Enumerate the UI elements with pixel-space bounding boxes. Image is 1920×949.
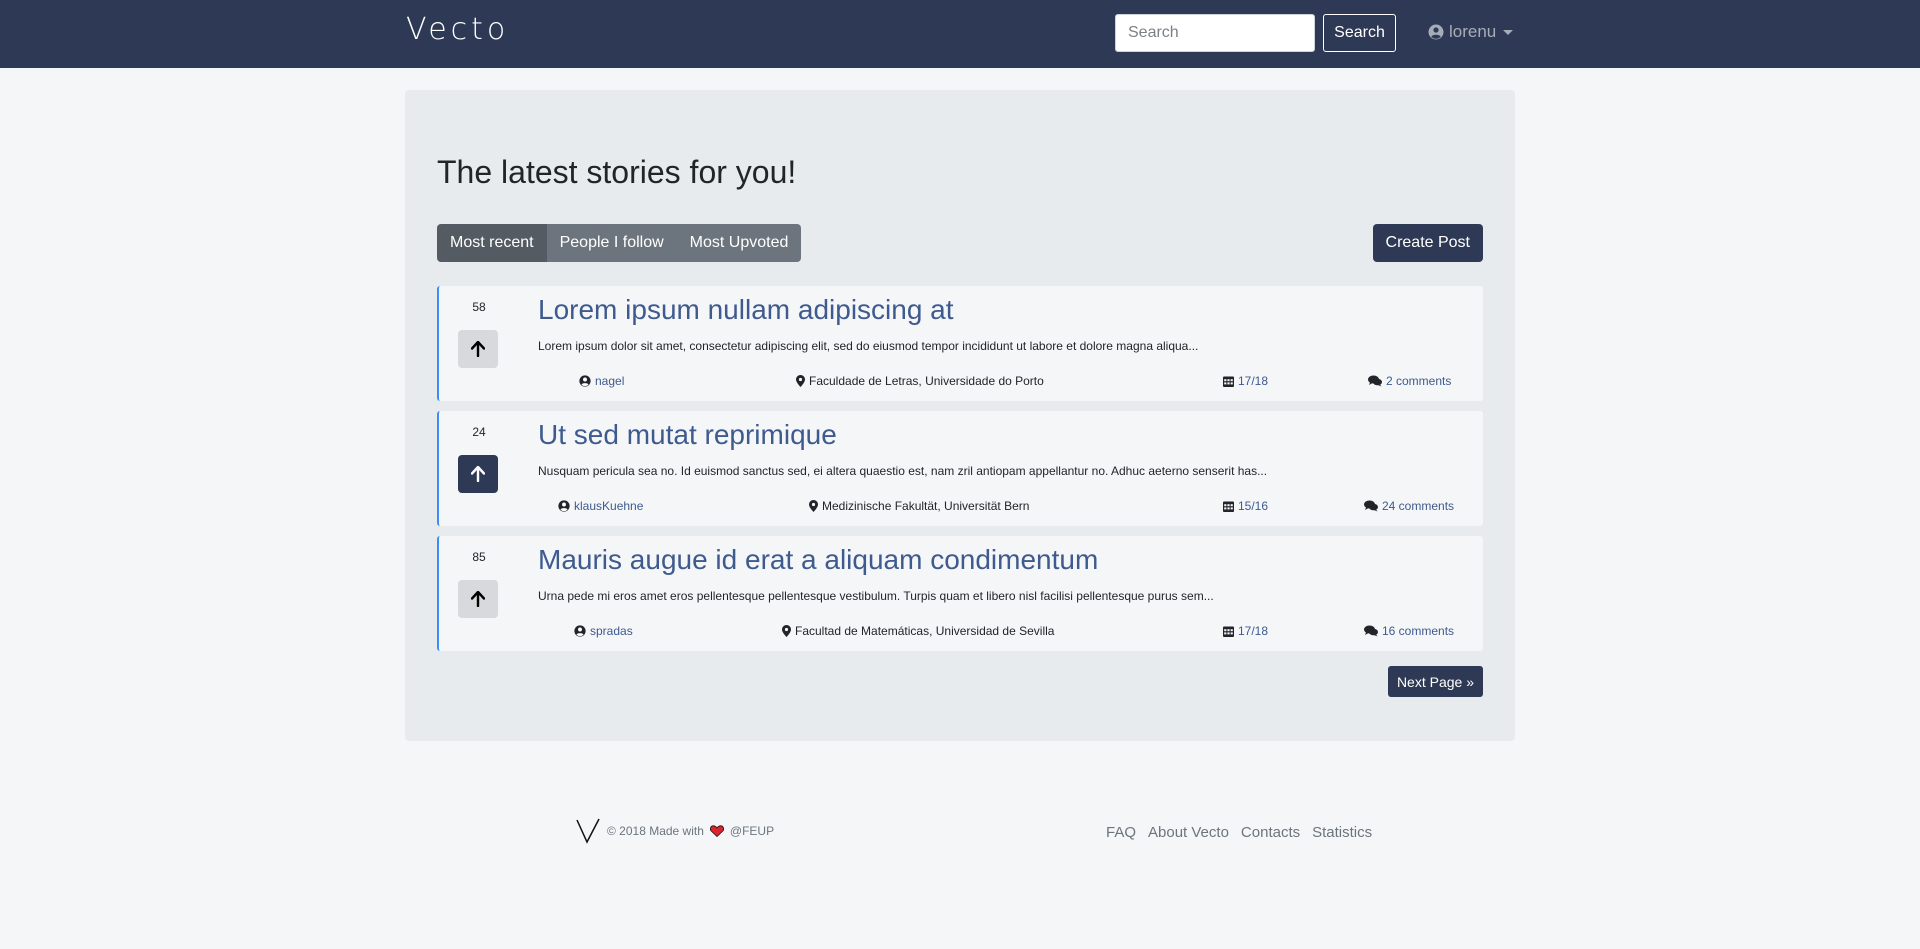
footer-link-statistics[interactable]: Statistics xyxy=(1312,824,1372,841)
map-marker-icon xyxy=(796,375,805,387)
user-circle-icon xyxy=(579,375,591,387)
vecto-logo-icon xyxy=(575,818,601,844)
vote-count: 85 xyxy=(472,550,486,564)
comments-icon xyxy=(1368,375,1382,387)
create-post-button[interactable]: Create Post xyxy=(1372,224,1483,262)
footer-link-contacts[interactable]: Contacts xyxy=(1241,824,1300,841)
vote-count: 58 xyxy=(472,300,486,314)
post-excerpt: Urna pede mi eros amet eros pellentesque… xyxy=(538,589,1214,603)
upvote-button[interactable] xyxy=(458,330,498,368)
post-excerpt: Lorem ipsum dolor sit amet, consectetur … xyxy=(538,339,1199,353)
date-text: 15/16 xyxy=(1238,499,1269,513)
post-title[interactable]: Lorem ipsum nullam adipiscing at xyxy=(538,294,954,326)
footer-link-about[interactable]: About Vecto xyxy=(1148,824,1229,841)
author-link[interactable]: spradas xyxy=(590,624,633,638)
user-circle-icon xyxy=(574,625,586,637)
stories-panel: The latest stories for you! Most recent … xyxy=(405,90,1515,741)
tab-most-upvoted[interactable]: Most Upvoted xyxy=(676,224,802,262)
comments-link[interactable]: 24 comments xyxy=(1382,499,1454,513)
page-title: The latest stories for you! xyxy=(437,154,797,190)
post-author[interactable]: nagel xyxy=(579,374,624,388)
post-title[interactable]: Ut sed mutat reprimique xyxy=(538,419,837,451)
tab-people-i-follow[interactable]: People I follow xyxy=(546,224,677,262)
map-marker-icon xyxy=(782,625,791,637)
post-card: 85 Mauris augue id erat a aliquam condim… xyxy=(437,536,1483,651)
footer-nav: FAQ About Vecto Contacts Statistics xyxy=(1106,824,1372,841)
comments-link[interactable]: 2 comments xyxy=(1386,374,1451,388)
brand-logo[interactable]: Vecto xyxy=(406,12,509,47)
post-card: 24 Ut sed mutat reprimique Nusquam peric… xyxy=(437,411,1483,526)
post-excerpt: Nusquam pericula sea no. Id euismod sanc… xyxy=(538,464,1268,478)
arrow-up-icon xyxy=(471,466,485,482)
author-link[interactable]: klausKuehne xyxy=(574,499,643,513)
comments-link[interactable]: 16 comments xyxy=(1382,624,1454,638)
post-comments[interactable]: 16 comments xyxy=(1364,624,1454,638)
org-text: @FEUP xyxy=(729,824,775,838)
user-circle-icon xyxy=(558,500,570,512)
upvote-button[interactable] xyxy=(458,455,498,493)
location-text: Medizinische Fakultät, Universität Bern xyxy=(822,499,1030,513)
post-card: 58 Lorem ipsum nullam adipiscing at Lore… xyxy=(437,286,1483,401)
date-text: 17/18 xyxy=(1238,624,1269,638)
chevron-down-icon xyxy=(1503,29,1514,35)
search-button[interactable]: Search xyxy=(1323,14,1396,52)
post-location: Facultad de Matemáticas, Universidad de … xyxy=(782,624,1054,638)
comments-icon xyxy=(1364,625,1378,637)
post-date: 15/16 xyxy=(1223,499,1268,513)
user-menu-dropdown[interactable]: lorenu xyxy=(1428,22,1514,42)
top-navbar: Vecto Search lorenu xyxy=(0,0,1920,68)
post-comments[interactable]: 24 comments xyxy=(1364,499,1454,513)
location-text: Facultad de Matemáticas, Universidad de … xyxy=(795,624,1055,638)
calendar-icon xyxy=(1223,375,1234,387)
calendar-icon xyxy=(1223,500,1234,512)
arrow-up-icon xyxy=(471,341,485,357)
post-date: 17/18 xyxy=(1223,374,1268,388)
copyright-text: © 2018 Made with xyxy=(607,824,704,838)
upvote-button[interactable] xyxy=(458,580,498,618)
post-location: Medizinische Fakultät, Universität Bern xyxy=(809,499,1029,513)
user-circle-icon xyxy=(1428,24,1444,40)
footer-credits: © 2018 Made with @FEUP xyxy=(575,818,774,844)
post-author[interactable]: klausKuehne xyxy=(558,499,643,513)
search-input[interactable] xyxy=(1115,14,1315,52)
post-title[interactable]: Mauris augue id erat a aliquam condiment… xyxy=(538,544,1098,576)
post-date: 17/18 xyxy=(1223,624,1268,638)
date-text: 17/18 xyxy=(1238,374,1269,388)
map-marker-icon xyxy=(809,500,818,512)
post-location: Faculdade de Letras, Universidade do Por… xyxy=(796,374,1044,388)
author-link[interactable]: nagel xyxy=(595,374,624,388)
next-page-button[interactable]: Next Page » xyxy=(1387,666,1483,697)
feed-filter-tabs: Most recent People I follow Most Upvoted xyxy=(437,224,802,262)
calendar-icon xyxy=(1223,625,1234,637)
location-text: Faculdade de Letras, Universidade do Por… xyxy=(809,374,1044,388)
post-comments[interactable]: 2 comments xyxy=(1368,374,1451,388)
comments-icon xyxy=(1364,500,1378,512)
username-label: lorenu xyxy=(1449,22,1497,41)
tab-most-recent[interactable]: Most recent xyxy=(437,224,547,262)
footer-link-faq[interactable]: FAQ xyxy=(1106,824,1136,841)
post-author[interactable]: spradas xyxy=(574,624,633,638)
vote-count: 24 xyxy=(472,425,486,439)
heart-icon xyxy=(709,825,724,837)
arrow-up-icon xyxy=(471,591,485,607)
